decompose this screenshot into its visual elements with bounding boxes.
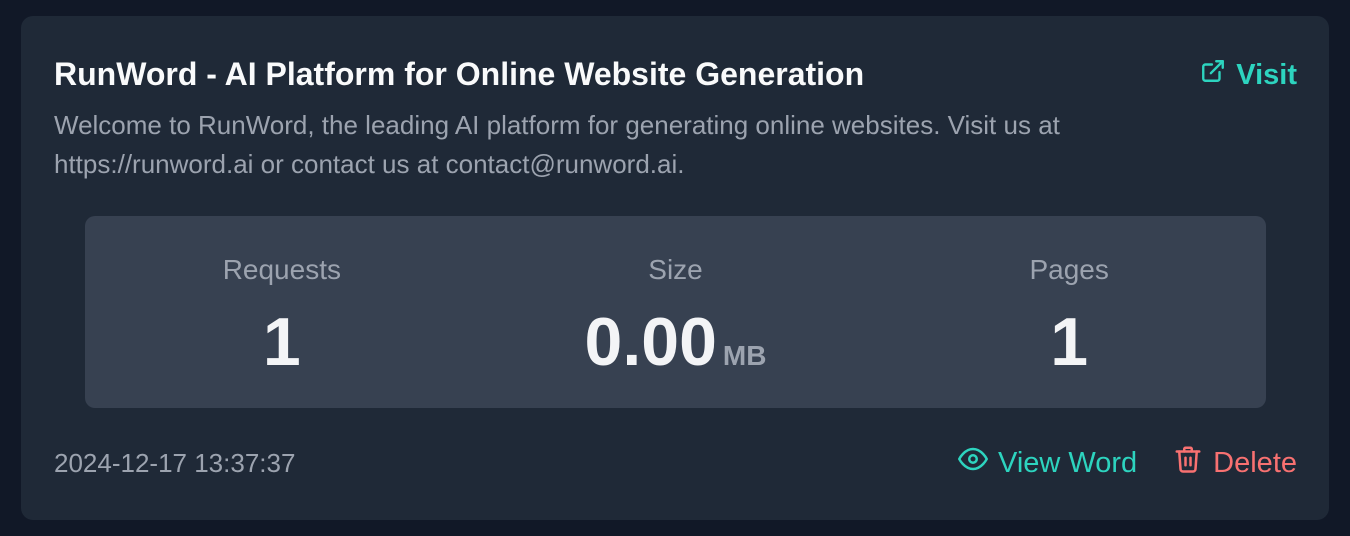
delete-button[interactable]: Delete — [1173, 444, 1297, 482]
stat-label: Requests — [222, 254, 341, 285]
trash-icon — [1173, 444, 1203, 482]
view-word-button[interactable]: View Word — [958, 444, 1137, 482]
stat-pages: Pages 1 — [872, 216, 1266, 408]
stat-unit: MB — [722, 340, 767, 371]
site-description: Welcome to RunWord, the leading AI platf… — [54, 110, 1060, 179]
stat-value: 1 — [262, 304, 301, 380]
external-link-icon — [1200, 58, 1226, 92]
stats-panel: Requests 1 Size 0.00 MB Pages 1 — [85, 216, 1266, 408]
site-title: RunWord - AI Platform for Online Website… — [54, 56, 865, 92]
created-timestamp: 2024-12-17 13:37:37 — [54, 448, 296, 478]
stat-value: 0.00 — [584, 304, 717, 380]
visit-label: Visit — [1236, 58, 1297, 91]
view-word-label: View Word — [998, 446, 1138, 479]
stat-label: Pages — [1029, 254, 1109, 285]
stat-requests: Requests 1 — [85, 216, 479, 408]
delete-label: Delete — [1213, 446, 1297, 479]
visit-button[interactable]: Visit — [1200, 58, 1297, 92]
stat-label: Size — [648, 254, 703, 285]
stat-size: Size 0.00 MB — [479, 216, 873, 408]
eye-icon — [958, 444, 989, 482]
card-actions: View Word Delete — [958, 444, 1297, 482]
stat-value: 1 — [1050, 304, 1089, 380]
site-card: RunWord - AI Platform for Online Website… — [21, 16, 1329, 520]
